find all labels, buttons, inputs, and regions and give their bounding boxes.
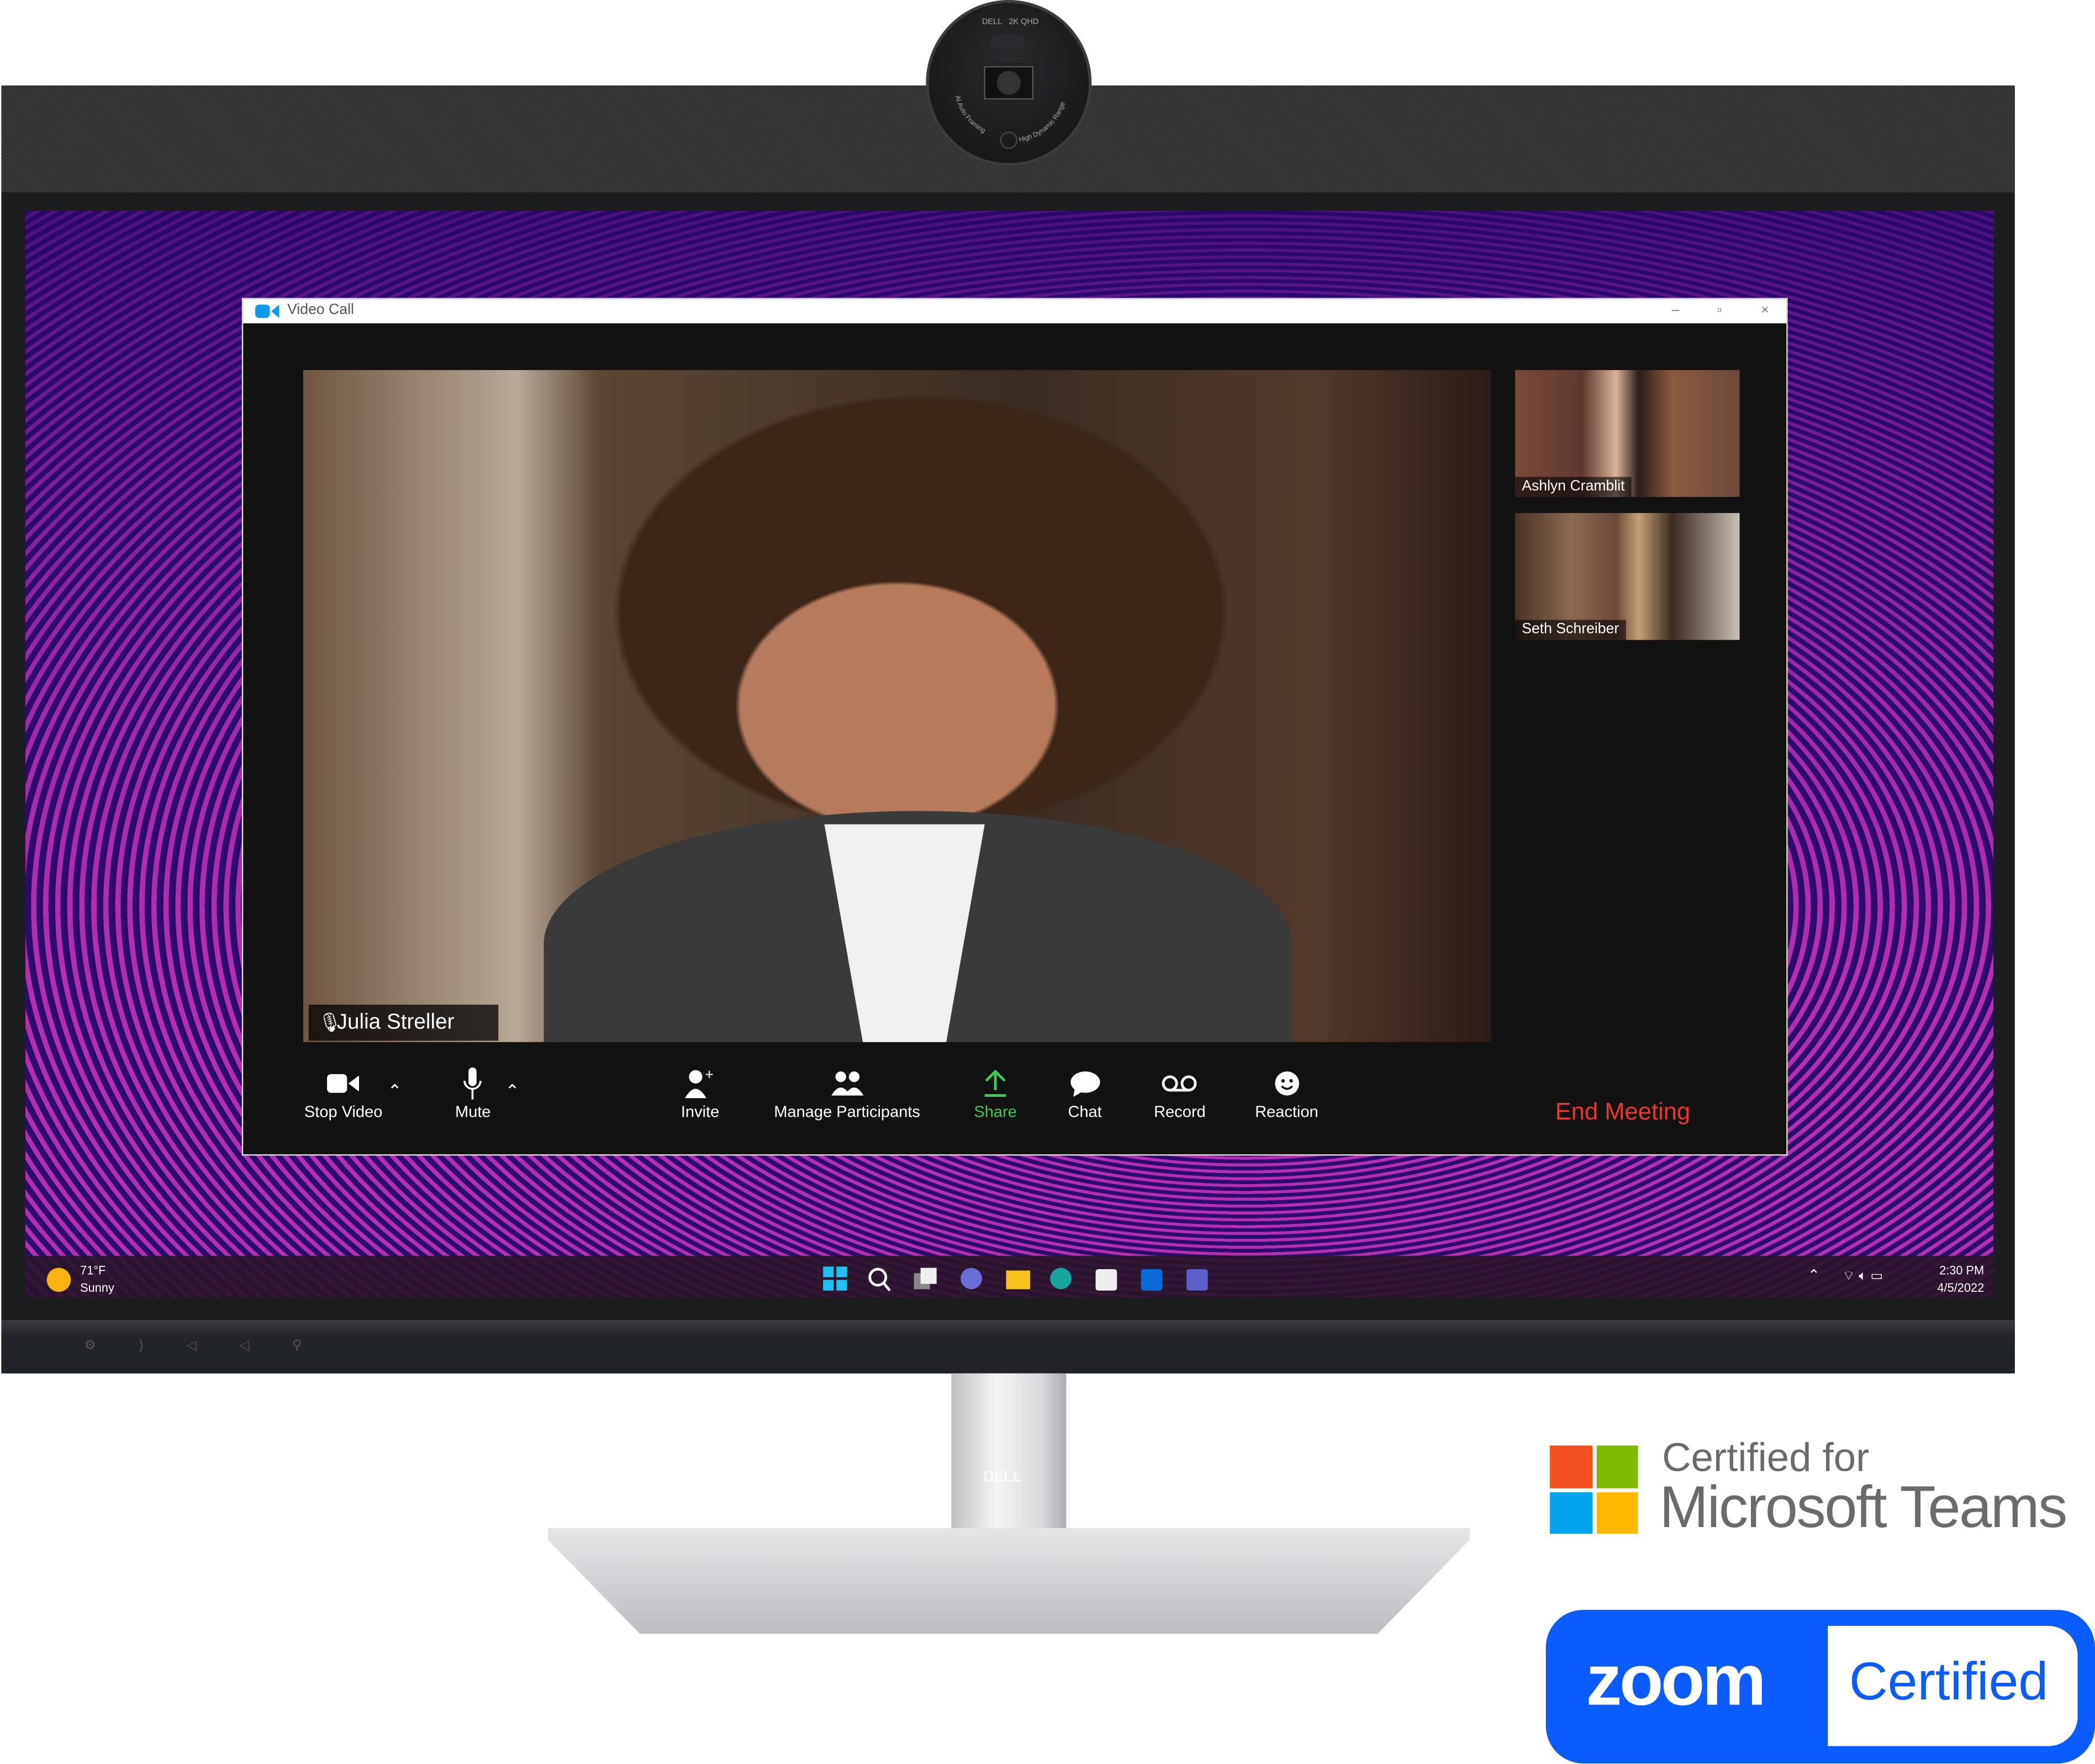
file-explorer-icon xyxy=(1006,1270,1031,1290)
taskbar: 71°F Sunny ⌃ ⌔ 🔈︎ ▭ 2:30 PM 4/5/2022 xyxy=(25,1255,1994,1297)
teams-icon xyxy=(1186,1269,1208,1291)
sun-icon xyxy=(46,1267,71,1292)
windows-start-icon xyxy=(823,1266,847,1291)
search-icon xyxy=(868,1267,891,1292)
webcam-lens-icon: DELL 2K QHD AI Auto Framing High Dynamic… xyxy=(954,18,1067,149)
monitor-chin: ⚙)◁◁⚲ xyxy=(1,1319,2015,1374)
svg-text:+: + xyxy=(705,1068,714,1083)
svg-text:2K QHD: 2K QHD xyxy=(1009,18,1038,27)
video-camera-icon xyxy=(255,304,279,318)
edge-icon xyxy=(1050,1267,1072,1290)
monitor-stand-base xyxy=(547,1528,1470,1634)
close-button[interactable]: × xyxy=(1745,299,1785,324)
dell-logo: DELL xyxy=(983,1469,1022,1486)
chat-app-icon xyxy=(961,1267,982,1290)
end-meeting-button[interactable]: End Meeting xyxy=(1555,1098,1691,1126)
maximize-button[interactable]: ▫ xyxy=(1700,299,1740,324)
participant-thumbnail[interactable]: Seth Schreiber xyxy=(1515,513,1740,640)
participant-thumbnail[interactable]: Ashlyn Cramblit xyxy=(1515,370,1740,497)
video-options-chevron-up-icon[interactable]: ⌃ xyxy=(388,1081,402,1102)
taskbar-apps xyxy=(823,1266,1208,1292)
participants-icon xyxy=(831,1071,863,1096)
svg-text:High Dynamic Range: High Dynamic Range xyxy=(1019,101,1067,143)
monitor-stand-neck: DELL xyxy=(951,1373,1067,1545)
chat-button[interactable]: Chat xyxy=(1068,1065,1102,1121)
video-call-window: Video Call – ▫ × 🎙︎ Julia Streller Ashly… xyxy=(241,298,1788,1156)
store-icon xyxy=(1095,1269,1117,1291)
window-title: Video Call xyxy=(287,302,354,318)
zoom-logo: zoom xyxy=(1586,1640,1766,1721)
microphone-icon xyxy=(463,1067,482,1100)
task-view-icon xyxy=(914,1267,937,1290)
share-button[interactable]: Share xyxy=(974,1065,1017,1121)
clock-date[interactable]: 4/5/2022 xyxy=(1930,1281,1984,1295)
zoom-certified-badge: zoom Certified xyxy=(1545,1609,2095,1764)
main-video-feed: 🎙︎ Julia Streller xyxy=(303,370,1491,1042)
smiley-icon xyxy=(1274,1071,1299,1096)
reaction-button[interactable]: Reaction xyxy=(1255,1065,1318,1121)
share-up-arrow-icon xyxy=(984,1069,1006,1097)
wifi-volume-battery-icons[interactable]: ⌔ 🔈︎ ▭ xyxy=(1843,1268,1883,1285)
monitor-control-icons: ⚙)◁◁⚲ xyxy=(84,1338,345,1354)
video-camera-icon xyxy=(327,1074,360,1093)
zoom-certified-panel: Certified xyxy=(1828,1625,2078,1746)
webcam: DELL 2K QHD AI Auto Framing High Dynamic… xyxy=(928,2,1089,163)
outlook-icon xyxy=(1141,1269,1163,1291)
chevron-up-icon[interactable]: ⌃ xyxy=(1808,1266,1820,1284)
manage-participants-button[interactable]: Manage Participants xyxy=(774,1065,920,1121)
mute-button[interactable]: Mute xyxy=(455,1065,491,1121)
invite-button[interactable]: + Invite xyxy=(681,1065,719,1121)
microsoft-logo-icon xyxy=(1550,1445,1638,1534)
stop-video-button[interactable]: Stop Video xyxy=(304,1065,382,1121)
record-button[interactable]: Record xyxy=(1154,1065,1206,1121)
participant-name-label: 🎙︎ Julia Streller xyxy=(308,1005,499,1041)
title-bar: Video Call – ▫ × xyxy=(243,299,1787,324)
clock-time[interactable]: 2:30 PM xyxy=(1936,1264,1984,1277)
minimize-button[interactable]: – xyxy=(1655,299,1696,324)
record-icon xyxy=(1162,1075,1197,1092)
zoom-certified-text: Certified xyxy=(1849,1652,2049,1712)
teams-badge-line2: Microsoft Teams xyxy=(1659,1475,2067,1541)
weather-desc[interactable]: Sunny xyxy=(80,1281,114,1295)
svg-text:DELL: DELL xyxy=(982,18,1002,27)
audio-options-chevron-up-icon[interactable]: ⌃ xyxy=(505,1081,519,1102)
product-image: DELL 2K QHD AI Auto Framing High Dynamic… xyxy=(0,0,2095,1764)
weather-temp[interactable]: 71°F xyxy=(80,1264,105,1277)
add-person-icon: + xyxy=(685,1068,714,1098)
chat-bubble-icon xyxy=(1070,1071,1100,1097)
